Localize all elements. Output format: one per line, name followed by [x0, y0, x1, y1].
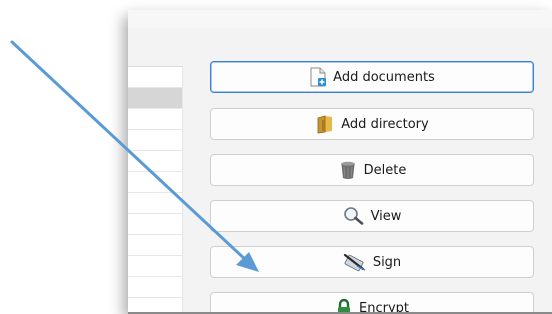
- sign-button[interactable]: Sign: [210, 246, 534, 278]
- content-area: Add documents Add directory Delete View …: [128, 28, 552, 314]
- sign-pen-icon: [343, 252, 367, 272]
- list-item[interactable]: [128, 88, 182, 109]
- add-documents-button[interactable]: Add documents: [210, 61, 534, 93]
- list-item[interactable]: [128, 151, 182, 172]
- list-item[interactable]: [128, 235, 182, 256]
- add-directory-button[interactable]: Add directory: [210, 108, 534, 140]
- list-item[interactable]: [128, 67, 182, 88]
- delete-button[interactable]: Delete: [210, 154, 534, 186]
- sign-label: Sign: [372, 254, 402, 270]
- folder-icon: [315, 114, 335, 134]
- add-directory-label: Add directory: [341, 116, 429, 132]
- list-item[interactable]: [128, 193, 182, 214]
- list-item[interactable]: [128, 277, 182, 298]
- app-window: Add documents Add directory Delete View …: [128, 10, 552, 314]
- add-documents-label: Add documents: [333, 69, 435, 85]
- list-item[interactable]: [128, 256, 182, 277]
- magnifier-icon: [343, 206, 365, 226]
- list-item[interactable]: [128, 172, 182, 193]
- list-item[interactable]: [128, 130, 182, 151]
- encrypt-button[interactable]: Encrypt: [210, 292, 534, 314]
- title-bar: [128, 10, 552, 28]
- document-add-icon: [309, 67, 327, 87]
- list-item[interactable]: [128, 214, 182, 235]
- view-label: View: [370, 208, 402, 224]
- delete-label: Delete: [363, 162, 407, 178]
- view-button[interactable]: View: [210, 200, 534, 232]
- list-item[interactable]: [128, 109, 182, 130]
- trash-can-icon: [338, 160, 358, 180]
- document-list[interactable]: [128, 66, 183, 314]
